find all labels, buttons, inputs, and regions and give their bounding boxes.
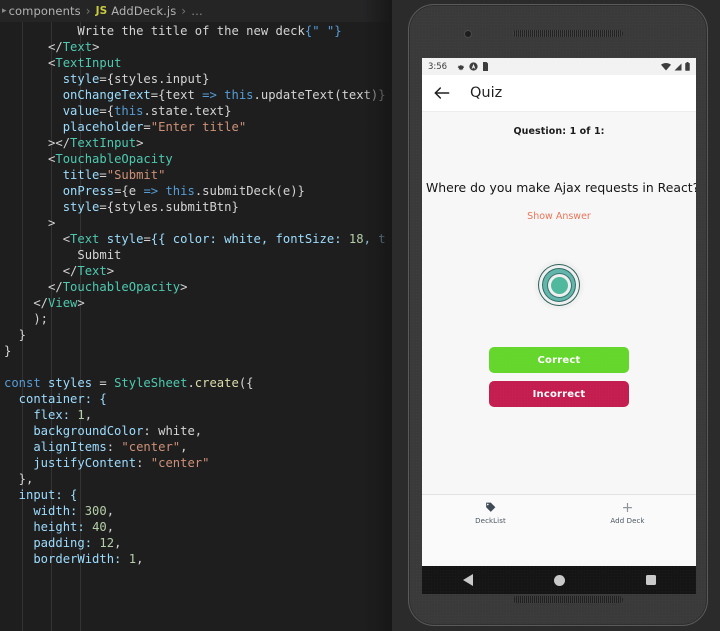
code-line: <TouchableOpacity	[4, 152, 173, 166]
code-line: onPress={e => this.submitDeck(e)}	[62, 184, 305, 198]
wifi-icon	[661, 62, 671, 71]
spinner-ring	[539, 265, 579, 305]
code-line: Write the title of the new deck{" "}	[18, 24, 342, 38]
code-editor-pane: ▸ components › JS AddDeck.js › … Write t…	[0, 0, 392, 631]
status-bar-clock: 3:56	[428, 61, 448, 72]
tag-icon	[484, 501, 497, 515]
code-line: onChangeText={text => this.updateText(te…	[62, 88, 386, 102]
breadcrumb: ▸ components › JS AddDeck.js › …	[0, 0, 392, 22]
code-line: style={styles.input}	[62, 72, 210, 86]
android-status-bar: 3:56	[422, 58, 696, 75]
sdcard-icon	[482, 62, 489, 71]
loading-spinner-icon	[533, 259, 585, 311]
tab-deck-list[interactable]: DeckList	[422, 495, 559, 530]
code-line: }	[4, 328, 27, 342]
nav-back-icon[interactable]	[462, 574, 473, 586]
breadcrumb-folder[interactable]: components	[9, 4, 81, 18]
android-studio-icon	[469, 62, 478, 71]
correct-button[interactable]: Correct	[489, 347, 629, 373]
code-line: padding: 12,	[4, 536, 122, 550]
javascript-file-icon: JS	[95, 5, 108, 17]
tab-add-deck-label: Add Deck	[610, 516, 645, 525]
show-answer-link[interactable]: Show Answer	[527, 211, 591, 222]
code-line: justifyContent: "center"	[4, 456, 210, 470]
code-line: </View>	[4, 296, 85, 310]
code-line: ></TextInput>	[4, 136, 144, 150]
code-line: }	[4, 344, 12, 358]
bottom-tab-bar: DeckList + Add Deck	[422, 494, 696, 530]
bottom-speaker	[513, 596, 623, 603]
nav-recents-icon[interactable]	[645, 575, 656, 585]
question-counter: Question: 1 of 1:	[513, 126, 605, 137]
code-line: >	[4, 216, 56, 230]
code-line: width: 300,	[4, 504, 115, 518]
plus-icon: +	[621, 499, 634, 516]
breadcrumb-overflow[interactable]: …	[191, 4, 203, 18]
android-navigation-bar	[422, 566, 696, 594]
code-line: backgroundColor: white,	[4, 424, 203, 438]
code-line: borderWidth: 1,	[4, 552, 144, 566]
tab-deck-list-label: DeckList	[475, 516, 506, 525]
screenshot-root: ▸ components › JS AddDeck.js › … Write t…	[0, 0, 720, 631]
quiz-content: Question: 1 of 1: Where do you make Ajax…	[422, 112, 696, 530]
status-bar-left: 3:56	[428, 62, 489, 72]
code-line: style={styles.submitBtn}	[62, 200, 239, 214]
breadcrumb-file[interactable]: AddDeck.js	[111, 4, 176, 18]
code-line: <Text style={{ color: white, fontSize: 1…	[4, 232, 386, 246]
code-line: <TextInput	[4, 56, 122, 70]
code-line: Submit	[4, 248, 122, 262]
code-line: flex: 1,	[4, 408, 93, 422]
gear-icon	[457, 63, 465, 71]
code-line: container: {	[4, 392, 107, 406]
battery-icon	[685, 62, 690, 71]
code-viewport[interactable]: Write the title of the new deck{" "} </T…	[0, 22, 392, 631]
code-line: input: {	[4, 488, 78, 502]
phone-screen: 3:56 Quiz Question: 1 of 1: Where do you…	[422, 58, 696, 566]
spinner-core	[550, 276, 568, 294]
code-line: },	[4, 472, 34, 486]
signal-icon	[674, 63, 682, 71]
code-line: );	[4, 312, 49, 326]
back-arrow-icon[interactable]	[432, 83, 452, 103]
question-text: Where do you make Ajax requests in React…	[426, 180, 696, 195]
code-line: </Text>	[4, 40, 100, 54]
incorrect-button[interactable]: Incorrect	[489, 381, 629, 407]
breadcrumb-caret-icon: ▸	[2, 6, 7, 16]
code-line: height: 40,	[4, 520, 115, 534]
nav-home-icon[interactable]	[553, 574, 565, 586]
code-line: alignItems: "center",	[4, 440, 188, 454]
phone-device-frame: 3:56 Quiz Question: 1 of 1: Where do you…	[408, 4, 708, 626]
code-line: placeholder="Enter title"	[62, 120, 247, 134]
code-line: title="Submit"	[62, 168, 166, 182]
code-line: </Text>	[4, 264, 115, 278]
code-line: value={this.state.text}	[62, 104, 232, 118]
code-line: const styles = StyleSheet.create({	[4, 376, 254, 390]
breadcrumb-separator2-icon: ›	[181, 4, 187, 18]
front-camera-icon	[465, 31, 471, 37]
code-line: </TouchableOpacity>	[4, 280, 188, 294]
status-bar-right	[661, 62, 690, 71]
breadcrumb-separator-icon: ›	[85, 4, 91, 18]
earpiece-speaker	[513, 30, 623, 37]
tab-add-deck[interactable]: + Add Deck	[559, 495, 696, 530]
emulator-window: 3:56 Quiz Question: 1 of 1: Where do you…	[392, 0, 720, 631]
app-bar: Quiz	[422, 75, 696, 112]
app-bar-title: Quiz	[470, 85, 503, 101]
code-text[interactable]: Write the title of the new deck{" "} </T…	[0, 22, 392, 567]
